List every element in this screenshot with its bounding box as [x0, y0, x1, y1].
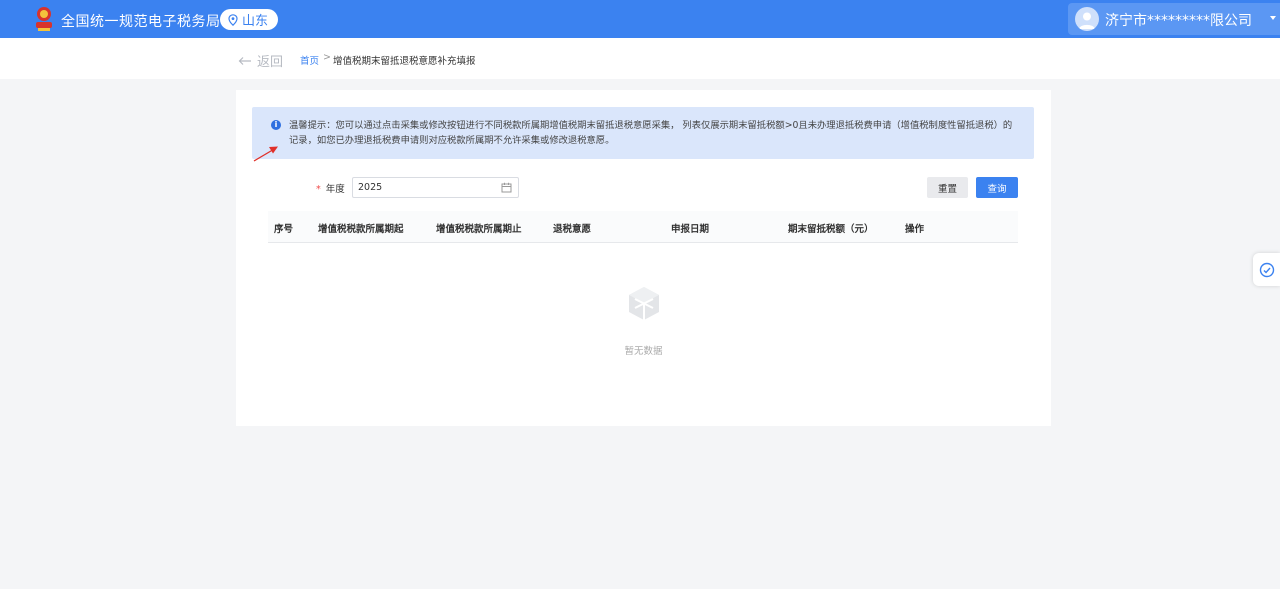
query-button[interactable]: 查询	[976, 177, 1018, 198]
required-mark: *	[316, 184, 321, 195]
user-name: 济宁市*********限公司	[1105, 13, 1252, 29]
calendar-icon	[501, 182, 512, 193]
column-header-retained-credit: 期末留抵税额（元）	[788, 224, 874, 235]
refresh-assistant-icon	[1259, 262, 1274, 277]
column-header-index: 序号	[274, 224, 294, 235]
arrow-left-icon	[238, 56, 251, 65]
empty-box-icon	[628, 287, 659, 320]
user-menu[interactable]: 济宁市*********限公司	[1068, 3, 1280, 35]
table-header: 序号 增值税税款所属期起 增值税税款所属期止 退税意愿 申报日期 期末留抵税额（…	[268, 211, 1018, 243]
column-header-refund-intent: 退税意愿	[553, 224, 592, 235]
breadcrumb-separator: >	[323, 52, 331, 63]
top-header: 全国统一规范电子税务局 山东 济宁市*********限公司	[0, 0, 1280, 38]
region-selector[interactable]: 山东	[220, 9, 278, 30]
main-card: i 温馨提示：您可以通过点击采集或修改按钮进行不同税款所属期增值税期末留抵退税意…	[236, 90, 1051, 426]
notice-text: 温馨提示：您可以通过点击采集或修改按钮进行不同税款所属期增值税期末留抵退税意愿采…	[289, 120, 1013, 146]
breadcrumb-home-link[interactable]: 首页	[300, 53, 319, 67]
floating-assistant-button[interactable]	[1253, 253, 1280, 286]
tax-emblem-icon	[36, 7, 52, 31]
back-button[interactable]: 返回	[238, 51, 283, 70]
notice-banner: i 温馨提示：您可以通过点击采集或修改按钮进行不同税款所属期增值税期末留抵退税意…	[252, 107, 1034, 159]
year-picker[interactable]: 2025	[352, 177, 519, 198]
year-field-label: * 年度	[316, 181, 345, 195]
column-header-filing-date: 申报日期	[671, 224, 710, 235]
avatar	[1075, 7, 1099, 31]
info-icon: i	[271, 120, 281, 130]
column-header-period-start: 增值税税款所属期起	[318, 224, 404, 235]
column-header-actions: 操作	[905, 224, 925, 235]
reset-button[interactable]: 重置	[927, 177, 968, 198]
user-icon	[1079, 12, 1095, 29]
back-label: 返回	[257, 55, 284, 70]
site-title: 全国统一规范电子税务局	[61, 14, 221, 30]
empty-state: 暂无数据	[236, 285, 1051, 357]
empty-text: 暂无数据	[624, 346, 663, 357]
breadcrumb: 返回 首页 > 增值税期末留抵退税意愿补充填报	[0, 38, 1280, 79]
breadcrumb-current: 增值税期末留抵退税意愿补充填报	[333, 56, 476, 67]
caret-down-icon	[1270, 16, 1276, 20]
annotation-arrow-icon	[253, 146, 278, 162]
year-value: 2025	[358, 182, 383, 193]
year-label-text: 年度	[325, 184, 345, 195]
location-pin-icon	[228, 13, 238, 26]
column-header-period-end: 增值税税款所属期止	[436, 224, 522, 235]
region-label: 山东	[242, 14, 269, 29]
